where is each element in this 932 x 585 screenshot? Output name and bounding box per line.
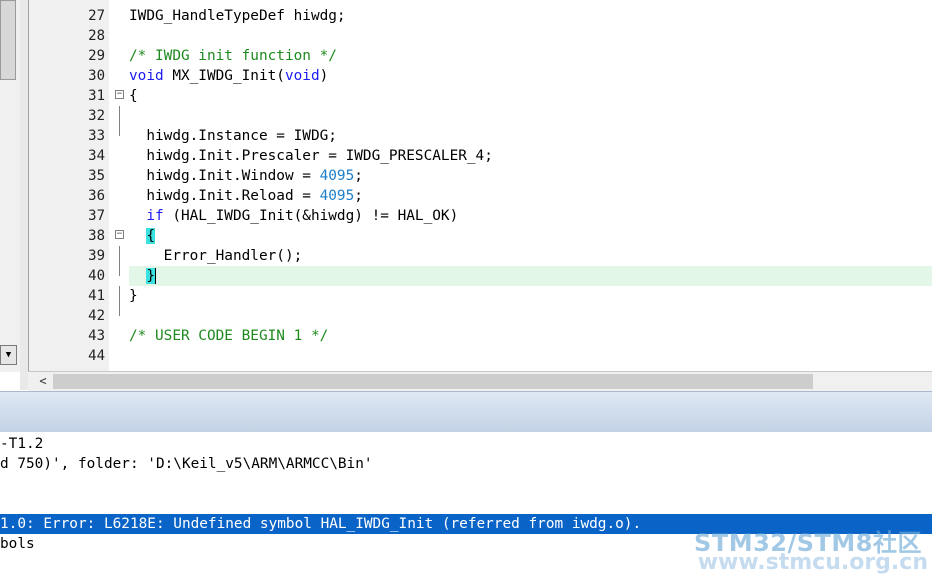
line-number: 28 xyxy=(88,28,105,44)
code-token: } xyxy=(146,268,155,284)
code-token: void xyxy=(129,68,164,84)
code-token: ) xyxy=(319,68,329,84)
code-line[interactable]: 33 hiwdg.Instance = IWDG; xyxy=(29,126,932,146)
code-line[interactable]: 32 xyxy=(29,106,932,126)
code-text: } xyxy=(129,266,156,286)
line-number: 30 xyxy=(88,68,105,84)
code-line[interactable]: 40 } xyxy=(29,266,932,286)
line-number: 36 xyxy=(88,188,105,204)
horizontal-scroll-thumb[interactable] xyxy=(53,374,813,389)
line-number: 42 xyxy=(88,308,105,324)
build-output-line[interactable]: -T1.2 xyxy=(0,434,43,454)
line-number: 40 xyxy=(88,268,105,284)
code-token: void xyxy=(284,68,320,84)
code-token: /* IWDG init function */ xyxy=(129,48,337,64)
code-text: hiwdg.Init.Window = 4095; xyxy=(129,166,363,186)
code-token: ; xyxy=(354,188,363,204)
line-number: 32 xyxy=(88,108,105,124)
code-token: (HAL_IWDG_Init(&hiwdg) != HAL_OK) xyxy=(163,208,459,224)
code-editor[interactable]: 27 IWDG_HandleTypeDef hiwdg; 28 29 /* IWDG i… xyxy=(28,0,932,371)
code-token: Error_Handler(); xyxy=(129,248,303,264)
code-line[interactable]: 42 xyxy=(29,306,932,326)
line-number: 35 xyxy=(88,168,105,184)
code-token: /* USER CODE BEGIN 1 */ xyxy=(129,328,329,344)
code-text: hiwdg.Init.Prescaler = IWDG_PRESCALER_4; xyxy=(129,146,493,166)
code-text: IWDG_HandleTypeDef hiwdg; xyxy=(129,6,346,26)
line-number: 43 xyxy=(88,328,105,344)
line-number: 41 xyxy=(88,288,105,304)
line-number: 44 xyxy=(88,348,105,364)
code-token: hiwdg.Init.Reload = xyxy=(129,188,320,204)
code-line[interactable]: 36 hiwdg.Init.Reload = 4095; xyxy=(29,186,932,206)
line-number: 27 xyxy=(88,8,105,24)
line-number: 39 xyxy=(88,248,105,264)
code-token: } xyxy=(129,288,138,304)
line-number: 33 xyxy=(88,128,105,144)
code-line[interactable]: 41} xyxy=(29,286,932,306)
code-line[interactable]: 34 hiwdg.Init.Prescaler = IWDG_PRESCALER… xyxy=(29,146,932,166)
code-token: if xyxy=(146,208,164,224)
code-token: MX_IWDG_Init( xyxy=(163,68,285,84)
code-line[interactable]: 35 hiwdg.Init.Window = 4095; xyxy=(29,166,932,186)
code-text: hiwdg.Init.Reload = 4095; xyxy=(129,186,363,206)
line-number: 34 xyxy=(88,148,105,164)
text-caret xyxy=(155,268,156,284)
code-token: { xyxy=(129,88,138,104)
line-number: 31 xyxy=(88,88,105,104)
code-line[interactable]: 29 /* IWDG init function */ xyxy=(29,46,932,66)
code-token: IWDG_HandleTypeDef hiwdg; xyxy=(129,8,346,24)
code-line[interactable]: 39 Error_Handler(); xyxy=(29,246,932,266)
build-output-line[interactable]: bols xyxy=(0,534,35,554)
horizontal-scrollbar[interactable]: < xyxy=(28,371,932,391)
project-pane-scroll-thumb[interactable] xyxy=(0,0,16,80)
scroll-down-arrow-icon[interactable]: ▼ xyxy=(0,345,17,365)
code-line[interactable]: 30 void MX_IWDG_Init(void) xyxy=(29,66,932,86)
code-text: } xyxy=(129,286,138,306)
code-text: /* USER CODE BEGIN 1 */ xyxy=(129,326,328,346)
code-token: { xyxy=(146,228,155,244)
code-line[interactable]: 28 xyxy=(29,26,932,46)
line-number: 37 xyxy=(88,208,105,224)
code-token: hiwdg.Init.Window = xyxy=(129,168,320,184)
code-text: { xyxy=(129,86,138,106)
code-text: { xyxy=(129,226,155,246)
code-token: hiwdg.Instance = IWDG; xyxy=(129,128,337,144)
code-line[interactable]: 43 /* USER CODE BEGIN 1 */ xyxy=(29,326,932,346)
line-number: 29 xyxy=(88,48,105,64)
code-line[interactable]: 27 IWDG_HandleTypeDef hiwdg; xyxy=(29,6,932,26)
fold-toggle-icon[interactable]: − xyxy=(115,90,124,99)
code-line[interactable]: 37 if (HAL_IWDG_Init(&hiwdg) != HAL_OK) xyxy=(29,206,932,226)
code-text: /* IWDG init function */ xyxy=(129,46,337,66)
code-token: ; xyxy=(354,168,363,184)
line-number: 38 xyxy=(88,228,105,244)
fold-toggle-icon[interactable]: − xyxy=(115,230,124,239)
current-line-highlight xyxy=(129,266,932,286)
build-output-line[interactable]: d 750)', folder: 'D:\Keil_v5\ARM\ARMCC\B… xyxy=(0,454,373,474)
watermark-url: www.stmcu.org.cn xyxy=(697,550,928,575)
code-text: if (HAL_IWDG_Init(&hiwdg) != HAL_OK) xyxy=(129,206,458,226)
code-token: 4095 xyxy=(319,188,355,204)
code-line[interactable]: 38 − { xyxy=(29,226,932,246)
pane-divider xyxy=(20,0,28,390)
scroll-left-arrow-icon[interactable]: < xyxy=(36,372,50,390)
project-pane-scrollbar[interactable]: ▼ xyxy=(0,0,21,372)
code-line[interactable]: 31 −{ xyxy=(29,86,932,106)
code-line[interactable]: 44 xyxy=(29,346,932,366)
code-text: hiwdg.Instance = IWDG; xyxy=(129,126,337,146)
code-text: void MX_IWDG_Init(void) xyxy=(129,66,328,86)
code-text: Error_Handler(); xyxy=(129,246,303,266)
code-token: hiwdg.Init.Prescaler = IWDG_PRESCALER_4; xyxy=(129,148,493,164)
panel-splitter[interactable] xyxy=(0,391,932,433)
code-token: 4095 xyxy=(319,168,355,184)
